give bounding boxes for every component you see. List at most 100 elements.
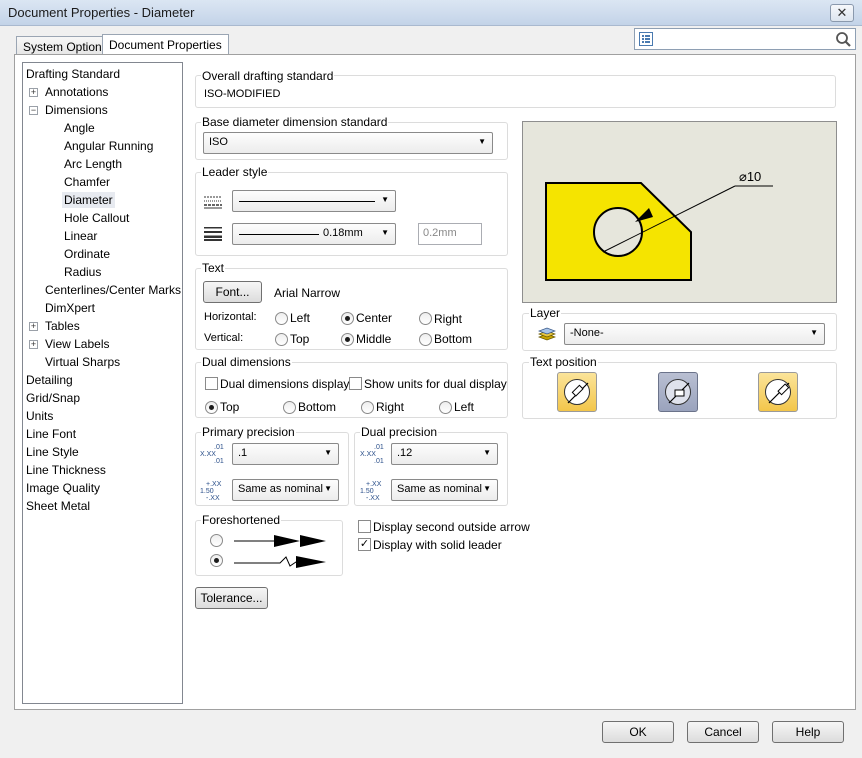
tree-item-line-style[interactable]: Line Style — [26, 444, 79, 460]
dual-display-checkbox[interactable] — [205, 377, 218, 390]
tol-icon-bot: -.XX — [206, 495, 220, 502]
dual-precision-label: Dual precision — [360, 425, 439, 439]
dual-units-checkbox[interactable] — [349, 377, 362, 390]
tree-item-line-thickness[interactable]: Line Thickness — [26, 462, 106, 478]
ok-button[interactable]: OK — [602, 721, 674, 743]
text-position-aligned-button[interactable] — [658, 372, 698, 412]
help-button[interactable]: Help — [772, 721, 844, 743]
tolerance-button[interactable]: Tolerance... — [195, 587, 268, 609]
tree-item-sheet-metal[interactable]: Sheet Metal — [26, 498, 90, 514]
vertical-top-radio[interactable] — [275, 333, 288, 346]
dual-top-radio[interactable] — [205, 401, 218, 414]
vertical-bottom-label: Bottom — [434, 332, 473, 346]
tree-item-drafting-standard[interactable]: Drafting Standard — [26, 66, 120, 82]
dual-right-radio[interactable] — [361, 401, 374, 414]
expand-annotations-icon[interactable]: + — [29, 88, 38, 97]
layer-value: -None- — [570, 327, 604, 339]
tree-item-hole-callout[interactable]: Hole Callout — [64, 210, 129, 226]
text-position-horizontal-button[interactable] — [758, 372, 798, 412]
dual-tolerance-value: Same as nominal — [397, 483, 482, 495]
expand-tables-icon[interactable]: + — [29, 322, 38, 331]
horizontal-center-radio[interactable] — [341, 312, 354, 325]
second-arrow-checkbox[interactable] — [358, 520, 371, 533]
tree-item-virtual-sharps[interactable]: Virtual Sharps — [45, 354, 120, 370]
chevron-down-icon: ▼ — [483, 484, 491, 493]
tree-item-centerlines[interactable]: Centerlines/Center Marks — [45, 282, 181, 298]
chevron-down-icon: ▼ — [381, 195, 389, 204]
font-button[interactable]: Font... — [203, 281, 262, 303]
options-tree[interactable]: Drafting Standard + Annotations − Dimens… — [22, 62, 183, 704]
leader-line-style-select[interactable]: ▼ — [232, 190, 396, 212]
tree-item-angular-running[interactable]: Angular Running — [64, 138, 153, 154]
foreshortened-zigzag-radio[interactable] — [210, 554, 223, 567]
tree-item-tables[interactable]: Tables — [45, 318, 80, 334]
precision-icon-mid: X.XX — [200, 451, 216, 458]
dual-left-radio[interactable] — [439, 401, 452, 414]
tree-item-line-font[interactable]: Line Font — [26, 426, 76, 442]
tab-system-options[interactable]: System Options — [16, 36, 115, 56]
collapse-dimensions-icon[interactable]: − — [29, 106, 38, 115]
tree-item-view-labels[interactable]: View Labels — [45, 336, 110, 352]
primary-precision-select[interactable]: .1 ▼ — [232, 443, 339, 465]
search-box[interactable] — [634, 28, 856, 50]
dual-bottom-radio[interactable] — [283, 401, 296, 414]
horizontal-dimension-icon — [768, 382, 790, 404]
tree-item-angle[interactable]: Angle — [64, 120, 95, 136]
tree-item-grid-snap[interactable]: Grid/Snap — [26, 390, 80, 406]
dual-dimensions-label: Dual dimensions — [201, 355, 292, 369]
chevron-down-icon: ▼ — [483, 448, 491, 457]
dual-tolerance-select[interactable]: Same as nominal ▼ — [391, 479, 498, 501]
vertical-middle-radio[interactable] — [341, 333, 354, 346]
foreshortened-label: Foreshortened — [201, 513, 282, 527]
base-standard-select[interactable]: ISO ▼ — [203, 132, 493, 154]
tree-item-chamfer[interactable]: Chamfer — [64, 174, 110, 190]
search-input[interactable] — [657, 30, 833, 48]
tree-item-radius[interactable]: Radius — [64, 264, 101, 280]
leader-thickness-select[interactable]: 0.18mm ▼ — [232, 223, 396, 245]
cancel-button[interactable]: Cancel — [687, 721, 759, 743]
dual-bottom-label: Bottom — [298, 400, 337, 414]
text-position-outside-button[interactable] — [557, 372, 597, 412]
solid-leader-checkbox[interactable]: ✓ — [358, 538, 371, 551]
horizontal-right-radio[interactable] — [419, 312, 432, 325]
tol-icon-top: +.XX — [206, 481, 222, 488]
tree-item-units[interactable]: Units — [26, 408, 53, 424]
overall-standard-value: ISO-MODIFIED — [204, 88, 281, 100]
chevron-down-icon: ▼ — [478, 137, 486, 146]
foreshortened-straight-radio[interactable] — [210, 534, 223, 547]
tree-item-diameter[interactable]: Diameter — [62, 192, 115, 208]
tab-document-properties[interactable]: Document Properties — [102, 34, 229, 56]
close-button[interactable]: ✕ — [830, 4, 854, 22]
primary-precision-label: Primary precision — [201, 425, 296, 439]
custom-thickness-input[interactable]: 0.2mm — [418, 223, 482, 245]
layer-select[interactable]: -None- ▼ — [564, 323, 825, 345]
overall-standard-label: Overall drafting standard — [201, 69, 335, 83]
tree-item-annotations[interactable]: Annotations — [45, 84, 108, 100]
dual-precision-select[interactable]: .12 ▼ — [391, 443, 498, 465]
base-standard-value: ISO — [209, 136, 228, 148]
dual-tol-icon-bot: -.XX — [366, 495, 380, 502]
tree-item-detailing[interactable]: Detailing — [26, 372, 73, 388]
solid-leader-label: Display with solid leader — [373, 538, 502, 552]
text-label: Text — [201, 261, 226, 275]
tree-item-linear[interactable]: Linear — [64, 228, 97, 244]
leader-thickness-value: 0.18mm — [323, 227, 363, 239]
vertical-middle-label: Middle — [356, 332, 392, 346]
expand-view-labels-icon[interactable]: + — [29, 340, 38, 349]
tree-item-arc-length[interactable]: Arc Length — [64, 156, 122, 172]
precision-icon-bot: .01 — [214, 458, 224, 465]
vertical-bottom-radio[interactable] — [419, 333, 432, 346]
horizontal-left-radio[interactable] — [275, 312, 288, 325]
font-name: Arial Narrow — [274, 286, 341, 300]
tol-icon-mid: 1.50 — [200, 488, 214, 495]
solid-line-icon — [239, 201, 375, 202]
tree-item-dimensions[interactable]: Dimensions — [45, 102, 108, 118]
search-icon[interactable] — [835, 31, 852, 48]
dual-precision-icon-mid: X.XX — [360, 451, 376, 458]
tree-item-image-quality[interactable]: Image Quality — [26, 480, 100, 496]
precision-icon-top: .01 — [214, 444, 224, 451]
tolerance-precision-icon: +.XX 1.50 -.XX — [200, 481, 230, 503]
tree-item-ordinate[interactable]: Ordinate — [64, 246, 110, 262]
tree-item-dimxpert[interactable]: DimXpert — [45, 300, 95, 316]
primary-tolerance-select[interactable]: Same as nominal ▼ — [232, 479, 339, 501]
